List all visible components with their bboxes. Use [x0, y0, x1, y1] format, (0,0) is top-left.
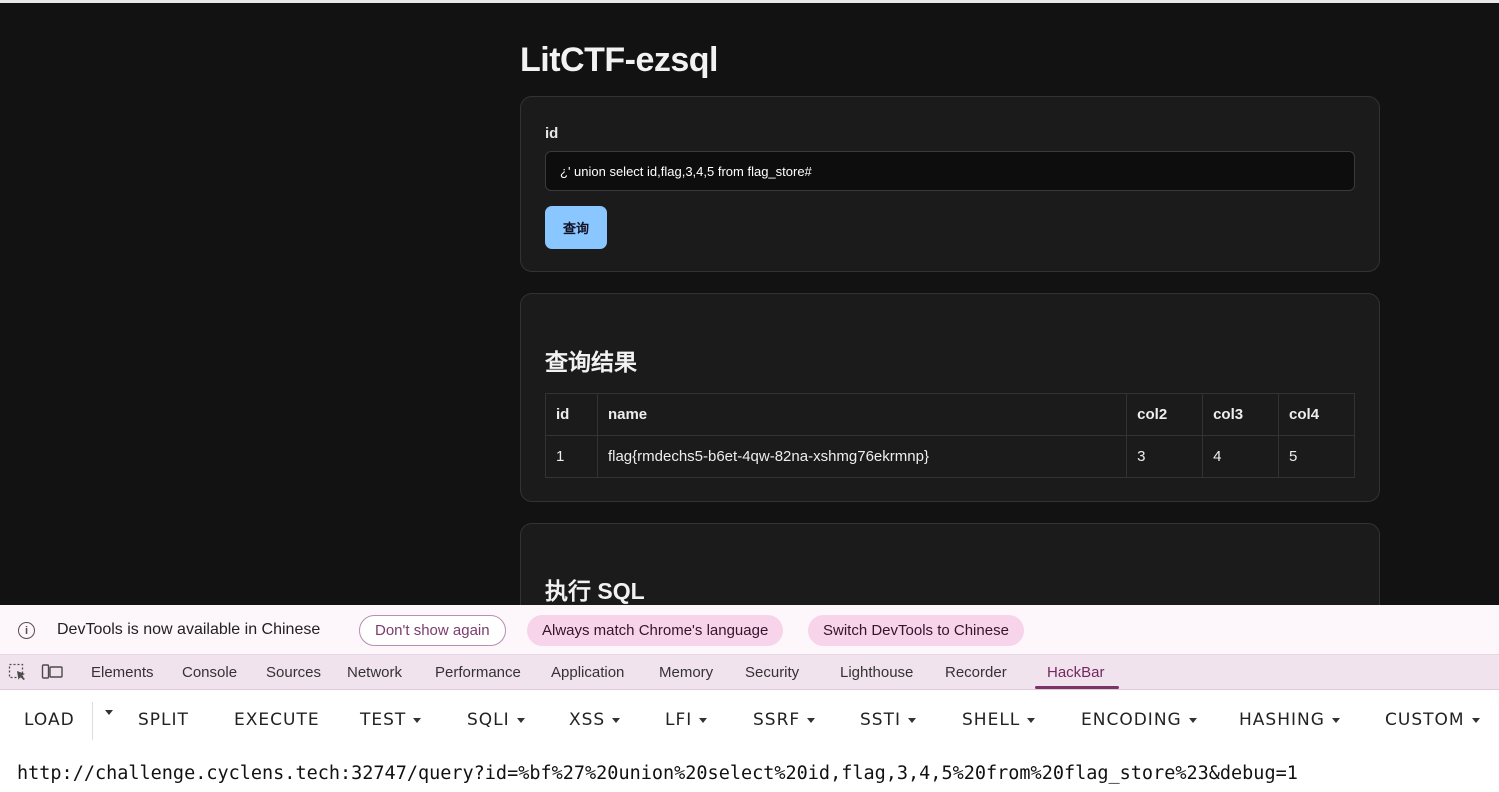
- device-toolbar-icon[interactable]: [41, 663, 63, 681]
- tab-memory[interactable]: Memory: [659, 664, 713, 681]
- query-button[interactable]: 查询: [545, 206, 607, 249]
- id-field-label: id: [545, 125, 559, 142]
- chevron-down-icon: [1471, 717, 1480, 723]
- devtools-panel: i DevTools is now available in Chinese D…: [0, 605, 1499, 792]
- chevron-down-icon: [1027, 717, 1036, 723]
- test-menu[interactable]: TEST: [360, 710, 422, 730]
- execute-label: EXECUTE: [234, 710, 320, 730]
- ssti-menu[interactable]: SSTI: [860, 710, 916, 730]
- cell-col3: 4: [1202, 435, 1280, 478]
- column-header-col3: col3: [1202, 393, 1280, 436]
- active-tab-indicator: [1035, 686, 1119, 689]
- column-header-col2: col2: [1126, 393, 1204, 436]
- cell-name: flag{rmdechs5-b6et-4qw-82na-xshmg76ekrmn…: [596, 435, 1128, 478]
- shell-label: SHELL: [962, 710, 1021, 730]
- load-dropdown-button[interactable]: [98, 710, 113, 715]
- devtools-tabbar: Elements Console Sources Network Perform…: [0, 655, 1499, 690]
- results-heading: 查询结果: [545, 349, 637, 375]
- hashing-menu[interactable]: HASHING: [1239, 710, 1340, 730]
- chevron-down-icon: [807, 717, 816, 723]
- chevron-down-icon: [1331, 717, 1340, 723]
- execute-button[interactable]: EXECUTE: [234, 710, 320, 730]
- results-table: id name col2 col3 col4 1 flag{rmdechs5-b…: [545, 393, 1355, 478]
- table-header-row: id name col2 col3 col4: [545, 393, 1355, 436]
- tab-network[interactable]: Network: [347, 664, 402, 681]
- custom-menu[interactable]: CUSTOM: [1385, 710, 1480, 730]
- chevron-down-icon: [612, 717, 621, 723]
- lfi-label: LFI: [665, 710, 693, 730]
- hashing-label: HASHING: [1239, 710, 1325, 730]
- column-header-id: id: [545, 393, 598, 436]
- load-label: LOAD: [24, 710, 75, 730]
- ssti-label: SSTI: [860, 710, 901, 730]
- dont-show-again-button[interactable]: Don't show again: [359, 615, 506, 646]
- custom-label: CUSTOM: [1385, 710, 1465, 730]
- tab-recorder[interactable]: Recorder: [945, 664, 1007, 681]
- chevron-down-icon: [413, 717, 422, 723]
- info-icon: i: [18, 622, 35, 639]
- infobar-message: DevTools is now available in Chinese: [57, 621, 321, 638]
- column-header-name: name: [596, 393, 1128, 436]
- chevron-down-icon: [105, 710, 113, 715]
- id-input[interactable]: ¿' union select id,flag,3,4,5 from flag_…: [545, 151, 1355, 191]
- results-card: 查询结果 id name col2 col3 col4 1 flag{rmdec…: [520, 293, 1380, 502]
- test-label: TEST: [360, 710, 407, 730]
- web-page: LitCTF-ezsql id ¿' union select id,flag,…: [0, 3, 1499, 605]
- chevron-down-icon: [699, 717, 708, 723]
- hackbar-toolbar: LOAD SPLIT EXECUTE TEST SQLI XSS LFI SSR…: [0, 690, 1499, 750]
- cell-col2: 3: [1126, 435, 1204, 478]
- ssrf-label: SSRF: [753, 710, 801, 730]
- load-divider: [92, 702, 93, 740]
- shell-menu[interactable]: SHELL: [962, 710, 1036, 730]
- tab-sources[interactable]: Sources: [266, 664, 321, 681]
- lfi-menu[interactable]: LFI: [665, 710, 708, 730]
- tab-hackbar[interactable]: HackBar: [1047, 664, 1105, 681]
- split-button[interactable]: SPLIT: [138, 710, 189, 730]
- inspect-element-icon[interactable]: [8, 663, 28, 681]
- sqli-label: SQLI: [467, 710, 510, 730]
- language-infobar: i DevTools is now available in Chinese D…: [0, 605, 1499, 655]
- switch-to-chinese-button[interactable]: Switch DevTools to Chinese: [808, 615, 1024, 646]
- split-label: SPLIT: [138, 710, 189, 730]
- chevron-down-icon: [516, 717, 525, 723]
- encoding-label: ENCODING: [1081, 710, 1182, 730]
- load-button[interactable]: LOAD: [24, 710, 75, 730]
- sql-heading: 执行 SQL: [545, 578, 645, 604]
- tab-console[interactable]: Console: [182, 664, 237, 681]
- tab-elements[interactable]: Elements: [91, 664, 154, 681]
- tab-performance[interactable]: Performance: [435, 664, 521, 681]
- tab-lighthouse[interactable]: Lighthouse: [840, 664, 913, 681]
- sqli-menu[interactable]: SQLI: [467, 710, 525, 730]
- xss-menu[interactable]: XSS: [569, 710, 621, 730]
- xss-label: XSS: [569, 710, 606, 730]
- query-form-card: id ¿' union select id,flag,3,4,5 from fl…: [520, 96, 1380, 272]
- cell-id: 1: [545, 435, 598, 478]
- tab-application[interactable]: Application: [551, 664, 624, 681]
- sql-card: 执行 SQL: [520, 523, 1380, 605]
- encoding-menu[interactable]: ENCODING: [1081, 710, 1197, 730]
- table-row: 1 flag{rmdechs5-b6et-4qw-82na-xshmg76ekr…: [545, 435, 1355, 478]
- chevron-down-icon: [907, 717, 916, 723]
- tab-security[interactable]: Security: [745, 664, 799, 681]
- hackbar-url-input[interactable]: http://challenge.cyclens.tech:32747/quer…: [17, 763, 1298, 784]
- always-match-language-button[interactable]: Always match Chrome's language: [527, 615, 784, 646]
- chevron-down-icon: [1188, 717, 1197, 723]
- page-title: LitCTF-ezsql: [520, 41, 718, 79]
- column-header-col4: col4: [1278, 393, 1355, 436]
- cell-col4: 5: [1278, 435, 1355, 478]
- ssrf-menu[interactable]: SSRF: [753, 710, 816, 730]
